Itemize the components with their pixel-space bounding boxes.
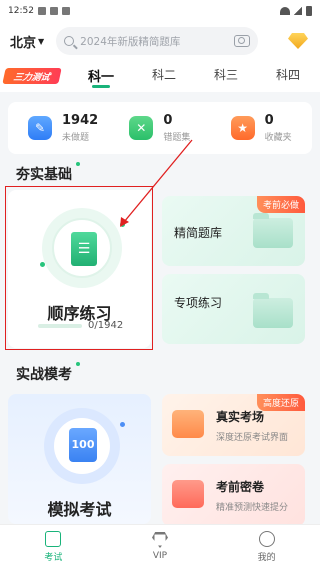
search-placeholder: 2024年新版精简题库 — [80, 35, 181, 48]
download-notification-icon — [61, 7, 70, 15]
status-time: 12:52 — [8, 6, 34, 16]
section-mock-label: 实战模考 — [16, 367, 72, 383]
secret-paper-title: 考前密卷 — [216, 480, 265, 494]
vip-diamond-icon[interactable] — [286, 31, 310, 51]
stat-favorites-label: 收藏夹 — [264, 133, 292, 143]
real-exam-subtitle: 深度还原考试界面 — [216, 433, 289, 443]
secret-paper-subtitle: 精准预测快速提分 — [216, 503, 289, 513]
orbit-dot — [120, 422, 125, 427]
bottom-nav: 考试 VIP 我的 — [0, 524, 320, 568]
search-icon — [64, 36, 75, 46]
mock-exam-title: 模拟考试 — [47, 500, 112, 519]
secret-paper-card[interactable]: 考前密卷 精准预测快速提分 — [162, 464, 305, 526]
highlight-annotation-box — [5, 186, 153, 350]
wifi-icon — [280, 7, 290, 15]
simplified-bank-title: 精简题库 — [174, 226, 223, 240]
stat-undone-label: 未做题 — [62, 133, 90, 143]
stat-undone[interactable]: ✎ 1942 未做题 — [8, 113, 109, 143]
stat-wrong-label: 错题集 — [163, 133, 191, 143]
subject-tabs: 三力测试 科一 科二 科三 科四 — [0, 60, 320, 92]
battery-icon — [306, 6, 312, 16]
stat-undone-value: 1942 — [62, 113, 99, 128]
section-basics-label: 夯实基础 — [16, 167, 72, 183]
nav-vip[interactable]: VIP — [107, 525, 214, 568]
special-practice-card[interactable]: 专项练习 — [162, 274, 305, 344]
vip-icon — [152, 532, 168, 548]
profile-icon — [258, 530, 275, 547]
simplified-bank-card[interactable]: 精简题库 考前必做 — [162, 196, 305, 266]
wrong-icon: ✕ — [129, 116, 154, 140]
app-notification-icon — [49, 7, 58, 15]
brand-logo-sanli[interactable]: 三力测试 — [2, 68, 62, 84]
status-bar: 12:52 — [0, 0, 320, 22]
signal-icon — [294, 7, 302, 15]
nav-exam-label: 考试 — [44, 552, 63, 563]
brand-label: 三力测试 — [12, 72, 51, 83]
nav-profile[interactable]: 我的 — [213, 525, 320, 568]
exam-doc-icon: 100 — [69, 428, 97, 462]
secret-paper-icon — [172, 480, 204, 508]
nav-exam[interactable]: 考试 — [0, 525, 107, 568]
real-exam-title: 真实考场 — [216, 410, 265, 424]
city-selector[interactable]: 北京 ▼ — [10, 32, 44, 51]
stat-wrong[interactable]: ✕ 0 错题集 — [109, 113, 210, 143]
active-tab-indicator — [92, 85, 110, 88]
search-bar[interactable]: 2024年新版精简题库 — [56, 27, 259, 55]
must-do-badge: 考前必做 — [256, 196, 305, 213]
city-label: 北京 — [10, 35, 37, 51]
tab-ke3[interactable]: 科三 — [206, 66, 246, 83]
stat-favorites[interactable]: ★ 0 收藏夹 — [211, 113, 312, 143]
tab-ke1[interactable]: 科一 — [81, 66, 121, 85]
star-icon: ★ — [230, 116, 255, 140]
folder-icon — [253, 213, 293, 248]
tab-ke2[interactable]: 科二 — [144, 66, 184, 83]
real-exam-card[interactable]: 真实考场 深度还原考试界面 高度还原 — [162, 394, 305, 456]
stat-wrong-value: 0 — [163, 113, 173, 128]
folder-orange-icon — [172, 410, 204, 438]
special-practice-title: 专项练习 — [174, 296, 223, 310]
camera-icon[interactable] — [234, 35, 251, 47]
top-header: 北京 ▼ 2024年新版精简题库 — [0, 22, 320, 60]
exam-icon — [45, 530, 62, 547]
image-notification-icon — [37, 7, 46, 15]
mock-ring: 100 — [44, 408, 120, 484]
pencil-icon: ✎ — [28, 116, 52, 140]
section-title-basics: 夯实基础 — [16, 162, 80, 184]
tab-ke4[interactable]: 科四 — [268, 66, 308, 83]
nav-profile-label: 我的 — [257, 552, 276, 563]
caret-down-icon: ▼ — [38, 36, 45, 46]
mock-exam-card[interactable]: 100 模拟考试 — [8, 394, 151, 524]
stat-favorites-value: 0 — [264, 113, 274, 128]
folder-star-icon — [253, 293, 293, 328]
nav-vip-label: VIP — [152, 551, 168, 561]
high-fidelity-badge: 高度还原 — [256, 394, 305, 411]
section-title-mock: 实战模考 — [16, 362, 80, 384]
stats-card: ✎ 1942 未做题 ✕ 0 错题集 ★ 0 收藏夹 — [8, 102, 312, 154]
